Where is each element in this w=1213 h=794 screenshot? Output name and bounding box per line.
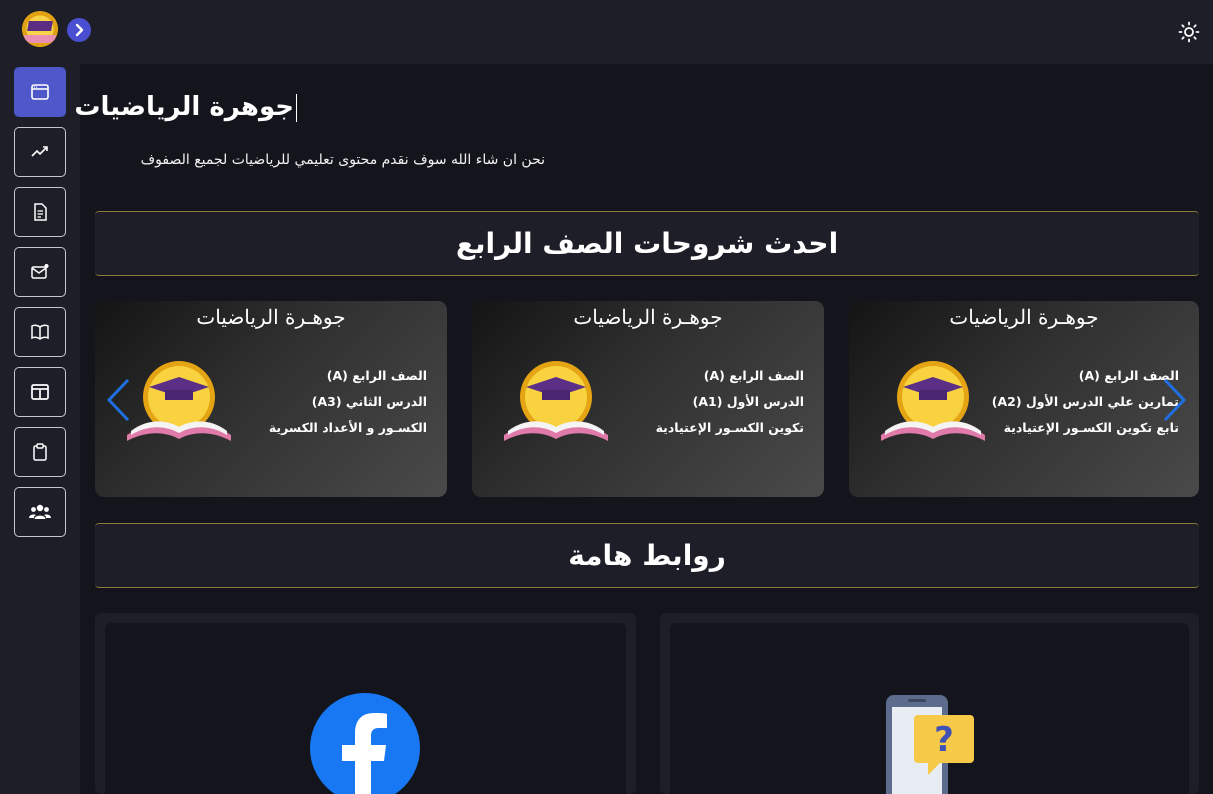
card-grade: الصف الرابع (A) [326,368,427,383]
lesson-card[interactable]: جوهـرة الرياضيات الصف الرابع (A) تمارين … [849,301,1199,497]
mail-icon [31,264,49,279]
phone-question-icon: ? [886,695,974,794]
card-grade: الصف الرابع (A) [703,368,804,383]
site-logo[interactable] [20,11,60,51]
sidebar-item-messages[interactable] [14,247,66,297]
card-details: الصف الرابع (A) تمارين علي الدرس الأول (… [992,363,1179,441]
text-caret [296,93,297,122]
sidebar-item-layout[interactable] [14,367,66,417]
graduation-cap-icon [27,21,53,31]
card-details: الصف الرابع (A) الدرس الثاني (A3) الكسـو… [269,363,427,441]
clipboard-icon [33,443,47,461]
sun-icon[interactable] [1178,21,1200,43]
top-bar [0,0,1213,64]
card-brand: جوهـرة الرياضيات [196,305,346,329]
sidebar-item-lessons[interactable] [14,307,66,357]
facebook-icon [310,693,420,794]
link-card-inner: ? [670,623,1189,794]
lesson-card[interactable]: جوهـرة الرياضيات الصف الرابع (A) الدرس ا… [472,301,824,497]
sidebar-toggle-button[interactable] [67,18,91,42]
sidebar-item-stats[interactable] [14,127,66,177]
svg-text:?: ? [934,720,954,760]
carousel-next-arrow-icon[interactable] [1163,378,1187,422]
sidebar-item-users[interactable] [14,487,66,537]
graduation-emblem-icon [127,361,231,441]
card-topic: تكوين الكسـور الإعتيادية [655,420,804,435]
questions-link-card[interactable]: ? [660,613,1199,794]
carousel-prev-arrow-icon[interactable] [106,378,130,422]
columns-icon [31,384,49,400]
page-title: جوهرة الرياضيات [74,92,297,122]
card-lesson: تمارين علي الدرس الأول (A2) [991,394,1179,409]
card-topic: الكسـور و الأعداد الكسرية [268,420,427,435]
graduation-emblem-icon [504,361,608,441]
important-links-header: روابط هامة [95,523,1199,588]
page-title-text: جوهرة الرياضيات [74,92,294,122]
card-brand: جوهـرة الرياضيات [573,305,723,329]
card-details: الصف الرابع (A) الدرس الأول (A1) تكوين ا… [656,363,804,441]
dashboard-icon [31,84,49,100]
card-lesson: الدرس الثاني (A3) [311,394,427,409]
open-book-icon [24,35,56,43]
latest-lessons-title: احدث شروحات الصف الرابع [455,227,839,260]
page-subtitle: نحن ان شاء الله سوف نقدم محتوى تعليمي لل… [140,152,545,168]
sidebar-item-tasks[interactable] [14,427,66,477]
book-icon [31,324,49,340]
users-icon [29,504,51,519]
document-icon [34,203,47,221]
card-lesson: الدرس الأول (A1) [692,394,804,409]
chevron-right-icon [75,23,84,37]
important-links-title: روابط هامة [568,539,726,572]
sidebar-item-dashboard[interactable] [14,67,66,117]
graduation-emblem-icon [881,361,985,441]
facebook-link-card[interactable] [95,613,636,794]
card-topic: تابع تكوين الكسـور الإعتيادية [1003,420,1179,435]
card-brand: جوهـرة الرياضيات [949,305,1099,329]
trending-up-icon [31,146,48,157]
latest-lessons-header: احدث شروحات الصف الرابع [95,211,1199,276]
card-grade: الصف الرابع (A) [1078,368,1179,383]
lesson-card[interactable]: جوهـرة الرياضيات الصف الرابع (A) الدرس ا… [95,301,447,497]
link-card-inner [105,623,626,794]
sidebar-item-documents[interactable] [14,187,66,237]
